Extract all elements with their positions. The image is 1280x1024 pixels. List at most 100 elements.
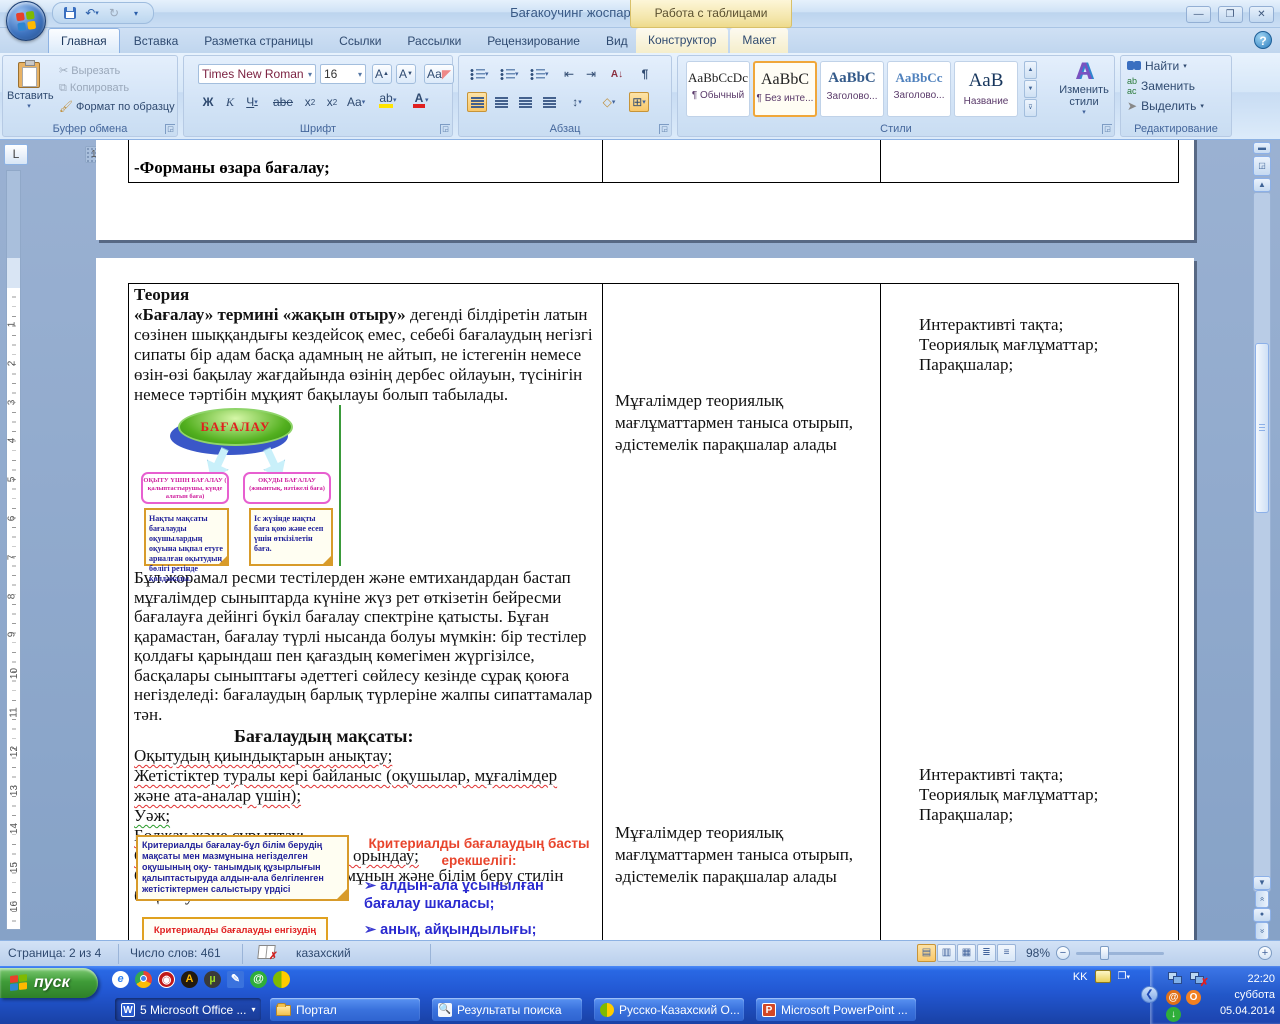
tray-collapse-icon[interactable]: ❮ (1141, 986, 1158, 1003)
chrome-icon[interactable] (135, 971, 152, 988)
styles-scroll-up-icon[interactable]: ▲ (1024, 61, 1037, 79)
tab-stop-selector[interactable]: L (4, 144, 28, 165)
increase-indent-icon[interactable]: ⇥ (581, 64, 601, 84)
tab-vid[interactable]: Вид (594, 29, 640, 54)
taskbar-search-results-button[interactable]: 🔍 Результаты поиска (432, 998, 582, 1021)
tab-vstavka[interactable]: Вставка (122, 29, 191, 54)
zoom-slider-track[interactable] (1076, 952, 1164, 955)
replace-button[interactable]: ab ac Заменить (1127, 76, 1231, 96)
office-button[interactable] (6, 1, 46, 41)
styles-dialog-launcher[interactable]: ◲ (1102, 124, 1112, 134)
subscript-button[interactable]: x2 (300, 92, 320, 112)
highlight-button[interactable]: ab ▾ (376, 90, 400, 110)
internet-explorer-icon[interactable]: e (112, 971, 129, 988)
font-size-combo[interactable]: 16 ▾ (320, 64, 366, 84)
style-heading1[interactable]: AaBbC Заголово... (820, 61, 884, 117)
italic-button[interactable]: К (220, 92, 240, 112)
language-indicator[interactable]: казахский (296, 946, 351, 960)
align-center-button[interactable] (491, 92, 511, 112)
decrease-indent-icon[interactable]: ⇤ (559, 64, 579, 84)
close-button[interactable]: ✕ (1249, 6, 1274, 23)
taskbar-portal-button[interactable]: Портал (270, 998, 420, 1021)
language-bar-options-icon[interactable]: ❐▾ (1118, 971, 1130, 982)
font-color-button[interactable]: А ▾ (410, 90, 432, 110)
split-view-handle[interactable]: ▬ (1253, 142, 1271, 154)
page-indicator[interactable]: Страница: 2 из 4 (8, 946, 101, 960)
scroll-thumb[interactable] (1255, 343, 1269, 513)
change-case-button[interactable]: Aa ▾ (344, 92, 368, 112)
underline-button[interactable]: Ч ▾ (242, 92, 262, 112)
update-download-icon[interactable]: ↓ (1166, 1007, 1181, 1022)
bold-button[interactable]: Ж (198, 92, 218, 112)
paragraph-dialog-launcher[interactable]: ◲ (659, 124, 669, 134)
tray-clock[interactable]: 22:20 суббота 05.04.2014 (1205, 971, 1275, 1019)
scroll-down-icon[interactable]: ▼ (1253, 876, 1271, 890)
restore-button[interactable]: ❐ (1217, 6, 1243, 23)
mail-at-icon[interactable]: @ (1166, 990, 1181, 1005)
view-outline-icon[interactable]: ≣ (977, 944, 996, 962)
tab-konstruktor[interactable]: Конструктор (636, 28, 729, 53)
table-cell-teachers[interactable]: Мұғалімдер теориялық мағлұматтармен таны… (603, 284, 880, 940)
clipboard-dialog-launcher[interactable]: ◲ (165, 124, 175, 134)
table-cell-resources[interactable]: Интерактивті тақта; Теориялық мағлұматта… (881, 284, 1178, 940)
superscript-button[interactable]: x2 (322, 92, 342, 112)
scroll-track[interactable] (1253, 192, 1271, 892)
tab-glavnaya[interactable]: Главная (48, 28, 120, 53)
language-code[interactable]: KK (1073, 971, 1088, 983)
utorrent-icon[interactable]: µ (204, 971, 221, 988)
format-painter-button[interactable]: 🖌 Формат по образцу (59, 100, 175, 113)
browser-icon[interactable]: ◉ (158, 971, 175, 988)
select-browse-object-icon[interactable]: ● (1253, 908, 1271, 922)
taskbar-powerpoint-button[interactable]: P Microsoft PowerPoint ... (756, 998, 916, 1021)
sort-icon[interactable]: А↓ (607, 64, 627, 84)
network-disconnected-icon[interactable] (1190, 972, 1209, 989)
shading-icon[interactable]: ◇ ▾ (599, 92, 619, 112)
style-normal[interactable]: AaBbCcDc ¶ Обычный (686, 61, 750, 117)
zoom-out-icon[interactable]: − (1056, 946, 1070, 960)
shrink-font-icon[interactable]: A ▼ (396, 64, 416, 84)
mail-agent-icon[interactable]: @ (250, 971, 267, 988)
browse-object-icon[interactable]: ◲ (1253, 156, 1271, 176)
clear-formatting-icon[interactable]: Аа ◤ (424, 64, 455, 84)
spellcheck-icon[interactable] (257, 945, 276, 959)
borders-icon[interactable]: ⊞ ▾ (629, 92, 649, 112)
line-spacing-icon[interactable]: ↕ ▾ (567, 92, 587, 112)
minimize-button[interactable]: — (1186, 6, 1212, 23)
odnoklassniki-icon[interactable]: O (1186, 990, 1201, 1005)
style-heading2[interactable]: AaBbCc Заголово... (887, 61, 951, 117)
language-bar[interactable]: KK ❐▾ (1073, 970, 1130, 983)
zoom-slider-thumb[interactable] (1100, 946, 1109, 960)
tab-maket[interactable]: Макет (730, 28, 789, 53)
taskbar-word-button[interactable]: W 5 Microsoft Office ... ▾ (115, 998, 261, 1021)
font-name-combo[interactable]: Times New Roman ▾ (198, 64, 316, 84)
styles-scroll-down-icon[interactable]: ▼ (1024, 80, 1037, 98)
word-count[interactable]: Число слов: 461 (130, 946, 221, 960)
start-button[interactable]: пуск (0, 968, 98, 998)
styles-gallery-more-icon[interactable]: ⊽ (1024, 99, 1037, 117)
next-page-icon[interactable]: » (1255, 922, 1269, 940)
bullets-icon[interactable]: ▾ (467, 64, 492, 84)
view-web-layout-icon[interactable]: ▦ (957, 944, 976, 962)
vertical-scrollbar[interactable]: ▬ ◲ ▲ ▼ « ● » (1253, 140, 1271, 940)
vertical-ruler[interactable]: 1234567891011121314151617 (6, 170, 21, 930)
zoom-level[interactable]: 98% (1026, 946, 1050, 960)
page-2[interactable]: Теория «Бағалау» термині «жақын отыру» д… (96, 258, 1194, 940)
view-fullscreen-reading-icon[interactable]: ▥ (937, 944, 956, 962)
numbering-icon[interactable]: ▾ (497, 64, 522, 84)
help-icon[interactable]: ? (1254, 31, 1272, 49)
scroll-up-icon[interactable]: ▲ (1253, 178, 1271, 192)
previous-page-icon[interactable]: « (1255, 890, 1269, 908)
tab-rassylki[interactable]: Рассылки (395, 29, 473, 54)
paste-button[interactable]: Вставить ▾ (7, 60, 54, 126)
strikethrough-button[interactable]: abe (270, 92, 296, 112)
keyboard-layout-icon[interactable] (1094, 970, 1111, 983)
tab-razmetka[interactable]: Разметка страницы (192, 29, 325, 54)
align-left-button[interactable] (467, 92, 487, 112)
style-title[interactable]: AaB Название (954, 61, 1018, 117)
taskbar-dictionary-button[interactable]: Русско-Казахский О... (594, 998, 744, 1021)
table-cell-theory[interactable]: Теория «Бағалау» термині «жақын отыру» д… (129, 284, 602, 940)
notes-icon[interactable]: ✎ (227, 971, 244, 988)
show-marks-icon[interactable]: ¶ (635, 64, 655, 84)
cut-button[interactable]: ✂ Вырезать (59, 64, 175, 77)
change-styles-button[interactable]: A Изменить стили ▾ (1058, 60, 1110, 117)
